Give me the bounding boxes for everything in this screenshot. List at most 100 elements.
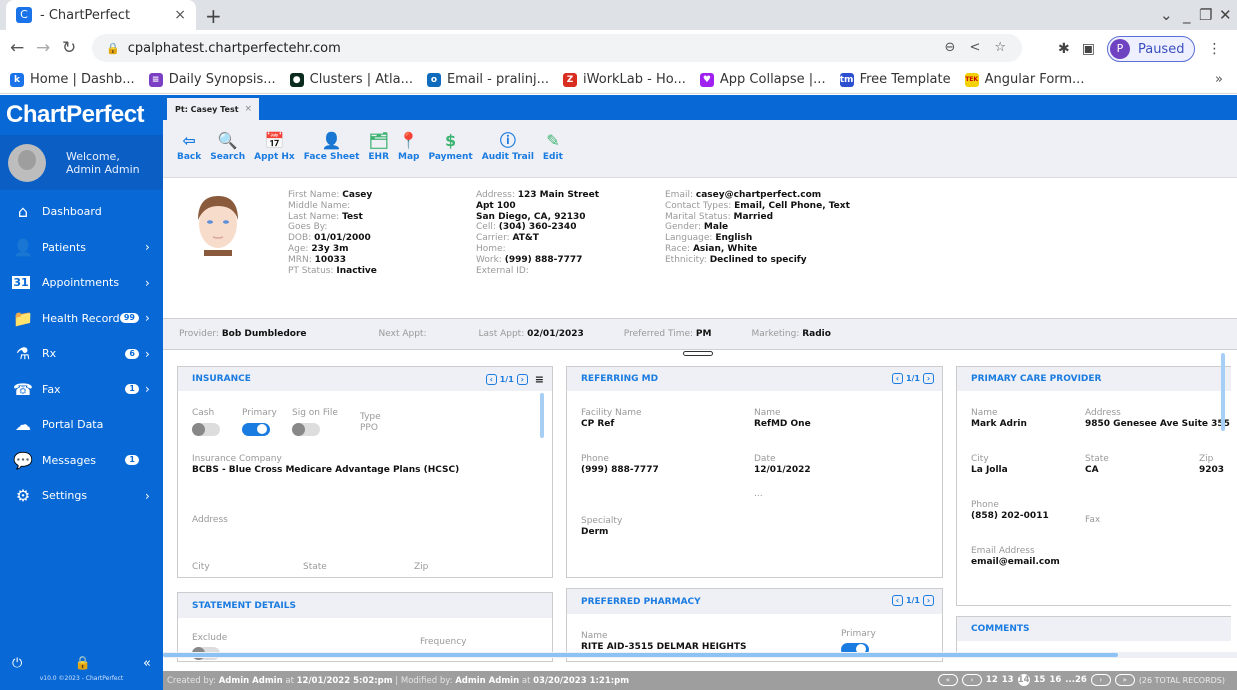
pcp-email-value: email@email.com	[971, 557, 1060, 567]
bookmark-item[interactable]: ● Clusters | Atla...	[289, 72, 413, 87]
extensions-icon[interactable]: ✱	[1058, 41, 1070, 57]
sidebar-item-portal-data[interactable]: ☁ Portal Data	[0, 407, 163, 443]
tab-search-icon[interactable]: ⌄	[1160, 6, 1173, 24]
restore-button[interactable]: ❐	[1199, 6, 1212, 24]
power-icon[interactable]: ⏻	[12, 656, 22, 671]
sidebar-item-patients[interactable]: 👤 Patients ›	[0, 230, 163, 266]
page-number[interactable]: ...26	[1065, 675, 1087, 685]
horizontal-scroll-thumb[interactable]	[163, 653, 1118, 657]
patient-tab[interactable]: Pt: Casey Test ×	[167, 98, 259, 120]
browser-tab[interactable]: C - ChartPerfect ×	[6, 0, 196, 30]
page-number[interactable]: 12	[986, 675, 998, 685]
hamburger-menu-icon[interactable]: ≡	[535, 373, 544, 386]
page-number[interactable]: 15	[1034, 675, 1046, 685]
minimize-button[interactable]: _	[1183, 6, 1191, 24]
next-page-icon[interactable]: ›	[516, 374, 528, 385]
map-button[interactable]: 📍 Map	[398, 130, 419, 162]
field-value: casey@chartperfect.com	[695, 190, 822, 200]
search-button[interactable]: 🔍 Search	[210, 130, 245, 162]
content-vertical-scrollbar[interactable]	[1221, 353, 1225, 431]
total-records: (26 TOTAL RECORDS)	[1138, 675, 1225, 685]
field-value: 01/01/2000	[314, 233, 371, 244]
pcp-state-label: State	[1085, 454, 1109, 464]
sig-on-file-toggle[interactable]	[292, 423, 320, 436]
prev-page-icon[interactable]: ‹	[485, 374, 497, 385]
audit-trail-button[interactable]: ⓘ Audit Trail	[482, 130, 534, 162]
bookmark-item[interactable]: ≡ Daily Synopsis...	[148, 72, 276, 87]
prev-page-icon[interactable]: ‹	[891, 595, 903, 606]
appt-hx-button[interactable]: 📅 Appt Hx	[254, 130, 295, 162]
insurance-scrollbar[interactable]	[540, 393, 544, 438]
more-bookmarks-icon[interactable]: »	[1215, 72, 1223, 87]
content-horizontal-scrollbar[interactable]	[163, 652, 1237, 658]
reload-icon[interactable]: ↻	[62, 38, 76, 58]
star-icon[interactable]: ☆	[994, 40, 1006, 55]
search-label: Search	[210, 152, 246, 162]
search-icon: 🔍	[217, 131, 238, 150]
bookmark-item[interactable]: k Home | Dashb...	[10, 72, 135, 87]
browser-tabbar: C - ChartPerfect × + ⌄ _ ❐ ✕	[0, 0, 1237, 30]
at-text: at	[285, 675, 294, 686]
bookmark-item[interactable]: o Email - pralinj...	[426, 72, 549, 87]
side-panel-icon[interactable]: ▣	[1082, 41, 1095, 57]
user-avatar[interactable]	[8, 143, 46, 182]
more-ellipsis[interactable]: ...	[754, 489, 763, 500]
summary-label: Next Appt:	[378, 329, 427, 339]
pcp-address-label: Address	[1085, 408, 1121, 418]
sidebar-item-fax[interactable]: ☎ Fax 1 ›	[0, 372, 163, 408]
patient-field: Goes By:	[288, 222, 377, 233]
collapse-sidebar-icon[interactable]: «	[143, 656, 151, 671]
created-prefix: Created by:	[167, 675, 217, 686]
patient-photo[interactable]	[188, 190, 248, 262]
profile-button[interactable]: P Paused	[1106, 36, 1196, 62]
close-tab-icon[interactable]: ×	[174, 7, 186, 23]
next-page-button[interactable]: ›	[1090, 674, 1111, 686]
sidebar-item-appointments[interactable]: 31 Appointments ›	[0, 265, 163, 301]
sidebar-item-messages[interactable]: 💬 Messages 1	[0, 443, 163, 479]
sidebar-item-health-record[interactable]: 📁 Health Record 99 ›	[0, 301, 163, 337]
sidebar-item-settings[interactable]: ⚙ Settings ›	[0, 478, 163, 514]
sidebar-item-rx[interactable]: ⚗ Rx 6 ›	[0, 336, 163, 372]
forward-arrow-icon[interactable]: →	[36, 38, 50, 58]
chevron-right-icon: ›	[145, 240, 150, 255]
menu-kebab-icon[interactable]: ⋮	[1207, 41, 1221, 57]
bookmark-item[interactable]: TEK Angular Form...	[964, 72, 1084, 87]
next-page-icon[interactable]: ›	[923, 595, 934, 606]
first-page-button[interactable]: «	[937, 674, 958, 686]
cash-toggle[interactable]	[192, 423, 220, 436]
patient-field: Ethnicity: Declined to specify	[665, 255, 850, 266]
bookmark-item[interactable]: tm Free Template	[839, 72, 951, 87]
back-arrow-icon[interactable]: ←	[10, 38, 24, 58]
comments-card: COMMENTS	[956, 616, 1231, 656]
next-page-icon[interactable]: ›	[923, 373, 934, 384]
prev-page-button[interactable]: ‹	[961, 674, 982, 686]
bookmark-item[interactable]: ZiWorkLab - Ho...	[563, 72, 686, 87]
last-page-button[interactable]: »	[1114, 674, 1135, 686]
chevron-right-icon: ›	[145, 275, 150, 290]
patient-field: Apt 100	[476, 201, 599, 212]
sidebar-item-label: Settings	[42, 489, 88, 503]
new-tab-button[interactable]: +	[205, 4, 222, 28]
zoom-icon[interactable]: ⊖	[945, 40, 956, 55]
insurance-title: INSURANCE	[192, 374, 251, 384]
close-icon[interactable]: ×	[245, 104, 253, 114]
face-sheet-button[interactable]: 👤 Face Sheet	[304, 130, 360, 162]
payment-button[interactable]: $ Payment	[429, 130, 473, 162]
brand-logo[interactable]: ChartPerfect	[0, 95, 163, 135]
prev-page-icon[interactable]: ‹	[891, 373, 903, 384]
lock-icon[interactable]: 🔒	[75, 656, 91, 671]
page-number[interactable]: 14	[1017, 674, 1030, 686]
url-input[interactable]: 🔒 cpalphatest.chartperfectehr.com ⊖ < ☆	[92, 34, 1022, 62]
resize-handle[interactable]	[683, 351, 713, 356]
close-window-button[interactable]: ✕	[1219, 6, 1232, 24]
bookmark-item[interactable]: ♥ App Collapse |...	[699, 72, 826, 87]
edit-button[interactable]: ✎ Edit	[543, 130, 563, 162]
sidebar-item-dashboard[interactable]: ⌂ Dashboard	[0, 194, 163, 230]
page-number[interactable]: 16	[1049, 675, 1061, 685]
back-button[interactable]: ⇦ Back	[177, 130, 201, 162]
share-icon[interactable]: <	[969, 40, 980, 55]
ehr-button[interactable]: 🗂 EHR	[368, 130, 389, 162]
page-number[interactable]: 13	[1002, 675, 1014, 685]
summary-provider: Provider: Bob Dumbledore	[179, 329, 307, 339]
primary-toggle[interactable]	[242, 423, 270, 436]
